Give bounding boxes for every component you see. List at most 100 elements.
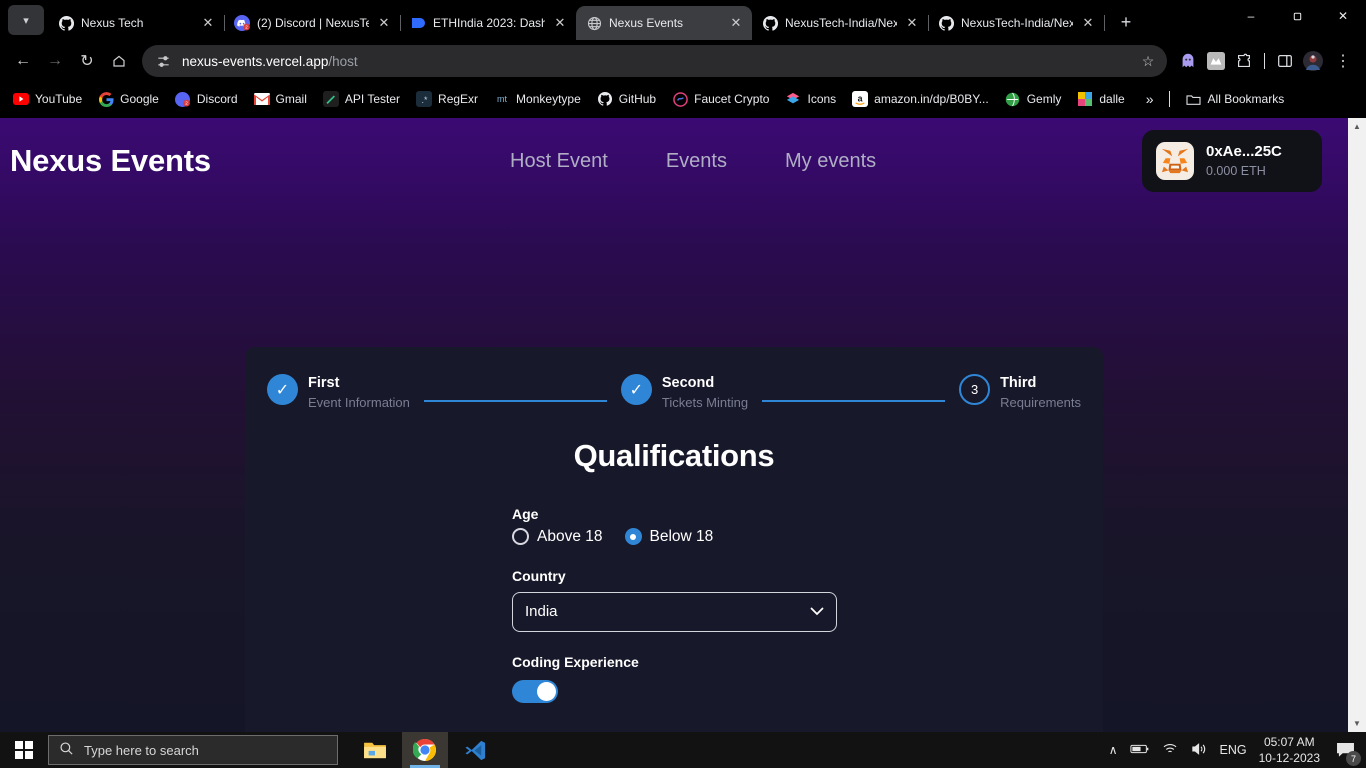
step-number-badge: 3 bbox=[959, 374, 991, 405]
bookmark-item[interactable]: 2 Discord bbox=[168, 88, 245, 110]
tab-search-button[interactable]: ▾ bbox=[8, 5, 44, 35]
scroll-up-icon[interactable]: ▲ bbox=[1348, 118, 1366, 135]
taskbar-clock[interactable]: 05:07 AM 10-12-2023 bbox=[1259, 734, 1320, 766]
folder-icon bbox=[1186, 91, 1202, 107]
site-settings-icon[interactable] bbox=[152, 50, 174, 72]
step-second[interactable]: ✓ Second Tickets Minting bbox=[620, 374, 748, 412]
tab-title: NexusTech-India/Nex bbox=[961, 16, 1073, 30]
site-brand[interactable]: Nexus Events bbox=[10, 143, 211, 179]
notifications-icon[interactable]: 7 bbox=[1332, 737, 1361, 766]
bookmark-star-icon[interactable]: ☆ bbox=[1135, 48, 1161, 74]
reload-icon[interactable]: ↻ bbox=[72, 46, 102, 76]
notification-count-badge: 7 bbox=[1346, 751, 1361, 766]
nav-item-my-events[interactable]: My events bbox=[785, 150, 876, 173]
close-icon[interactable]: ✕ bbox=[728, 15, 744, 31]
bookmark-item[interactable]: Icons bbox=[778, 88, 843, 110]
toggle-knob bbox=[537, 681, 556, 701]
clock-time: 05:07 AM bbox=[1263, 734, 1315, 749]
bookmark-label: Gemly bbox=[1026, 92, 1062, 106]
discord-icon: 2 bbox=[234, 15, 250, 31]
forward-icon[interactable]: → bbox=[40, 46, 70, 76]
bookmark-label: Google bbox=[120, 92, 159, 106]
window-controls: – ✕ bbox=[1228, 0, 1366, 40]
close-icon[interactable]: ✕ bbox=[904, 15, 920, 31]
side-panel-icon[interactable] bbox=[1272, 48, 1298, 74]
page-scrollbar[interactable]: ▲ ▼ bbox=[1348, 118, 1366, 732]
age-label: Age bbox=[512, 505, 539, 522]
browser-tab[interactable]: NexusTech-India/Nex ✕ bbox=[928, 6, 1105, 40]
vs-code-icon[interactable] bbox=[452, 732, 498, 768]
wifi-icon[interactable] bbox=[1162, 742, 1179, 758]
address-bar[interactable]: nexus-events.vercel.app/host ☆ bbox=[142, 45, 1167, 77]
bookmark-item[interactable]: dalle bbox=[1070, 88, 1131, 110]
scroll-down-icon[interactable]: ▼ bbox=[1348, 715, 1366, 732]
radio-below-18-label: Below 18 bbox=[649, 527, 714, 545]
browser-tab[interactable]: Nexus Tech ✕ bbox=[48, 6, 225, 40]
toolbar-divider bbox=[1264, 53, 1265, 69]
browser-tab[interactable]: 2 (2) Discord | NexusTe ✕ bbox=[224, 6, 401, 40]
bookmark-item[interactable]: YouTube bbox=[6, 88, 89, 110]
bookmark-item[interactable]: a amazon.in/dp/B0BY... bbox=[845, 88, 996, 110]
close-icon[interactable]: ✕ bbox=[1080, 15, 1096, 31]
step-third[interactable]: 3 Third Requirements bbox=[959, 374, 1081, 412]
minimize-button[interactable]: – bbox=[1228, 0, 1274, 32]
bookmark-item[interactable]: .* RegExr bbox=[409, 88, 485, 110]
bookmarks-overflow-button[interactable]: » bbox=[1138, 91, 1162, 107]
bookmark-label: API Tester bbox=[344, 92, 401, 106]
radio-below-18[interactable] bbox=[624, 528, 642, 546]
bookmark-label: Monkeytype bbox=[516, 92, 581, 106]
bookmark-item[interactable]: Gmail bbox=[247, 88, 314, 110]
bookmark-item[interactable]: GitHub bbox=[590, 88, 663, 110]
site-header: Nexus Events Host Event Events My events bbox=[0, 118, 1348, 204]
volume-icon[interactable] bbox=[1191, 742, 1208, 759]
bookmark-item[interactable]: API Tester bbox=[316, 88, 407, 110]
globe-icon bbox=[586, 15, 602, 31]
step-first[interactable]: ✓ First Event Information bbox=[267, 374, 410, 412]
form-stepper: ✓ First Event Information ✓ Second Ticke… bbox=[245, 347, 1103, 412]
radio-above-18[interactable] bbox=[512, 528, 529, 546]
nav-item-events[interactable]: Events bbox=[666, 150, 727, 173]
nav-item-host-event[interactable]: Host Event bbox=[510, 150, 608, 173]
monkeytype-icon: mt bbox=[497, 94, 508, 104]
close-icon[interactable]: ✕ bbox=[552, 15, 568, 31]
close-icon[interactable]: ✕ bbox=[376, 15, 392, 31]
bookmark-item[interactable]: Gemly bbox=[998, 88, 1069, 110]
all-bookmarks-label: All Bookmarks bbox=[1207, 92, 1285, 106]
all-bookmarks-button[interactable]: All Bookmarks bbox=[1179, 88, 1292, 110]
coding-experience-toggle[interactable] bbox=[512, 679, 558, 703]
browser-menu-icon[interactable]: ⋮ bbox=[1328, 46, 1358, 76]
profile-avatar-icon[interactable] bbox=[1300, 48, 1326, 74]
back-icon[interactable]: ← bbox=[8, 46, 38, 76]
puzzle-extensions-icon[interactable] bbox=[1231, 48, 1257, 74]
file-explorer-icon[interactable] bbox=[352, 732, 398, 768]
youtube-icon bbox=[13, 91, 29, 107]
chevron-down-icon bbox=[810, 604, 824, 619]
windows-start-icon[interactable] bbox=[0, 732, 48, 768]
browser-tab[interactable]: NexusTech-India/Nex ✕ bbox=[752, 6, 929, 40]
new-tab-button[interactable]: + bbox=[1112, 8, 1140, 36]
browser-tab[interactable]: ETHIndia 2023: Dashb ✕ bbox=[400, 6, 577, 40]
bookmark-item[interactable]: mt Monkeytype bbox=[487, 88, 588, 110]
tray-expand-icon[interactable]: ∧ bbox=[1109, 743, 1118, 757]
bookmark-item[interactable]: Faucet Crypto bbox=[665, 88, 776, 110]
main-nav: Host Event Events My events bbox=[510, 118, 876, 204]
bookmark-item[interactable]: Google bbox=[91, 88, 166, 110]
url-text: nexus-events.vercel.app/host bbox=[182, 54, 1127, 69]
battery-icon[interactable] bbox=[1129, 743, 1150, 758]
ghost-extension-icon[interactable] bbox=[1175, 48, 1201, 74]
language-indicator[interactable]: ENG bbox=[1220, 743, 1247, 757]
ethindia-icon bbox=[410, 15, 426, 31]
google-chrome-icon[interactable] bbox=[402, 732, 448, 768]
wallet-badge[interactable]: 0xAe...25C 0.000 ETH bbox=[1142, 130, 1322, 192]
taskbar-search-input[interactable]: Type here to search bbox=[48, 735, 338, 765]
metamask-extension-icon[interactable] bbox=[1203, 48, 1229, 74]
check-icon: ✓ bbox=[267, 374, 298, 405]
close-icon[interactable]: ✕ bbox=[200, 15, 216, 31]
maximize-button[interactable] bbox=[1274, 0, 1320, 32]
tab-title: Nexus Tech bbox=[81, 16, 144, 30]
country-select[interactable]: India bbox=[512, 591, 837, 632]
close-window-button[interactable]: ✕ bbox=[1320, 0, 1366, 32]
tab-title: (2) Discord | NexusTe bbox=[257, 16, 369, 30]
browser-tab-active[interactable]: Nexus Events ✕ bbox=[576, 6, 752, 40]
home-icon[interactable] bbox=[104, 46, 134, 76]
